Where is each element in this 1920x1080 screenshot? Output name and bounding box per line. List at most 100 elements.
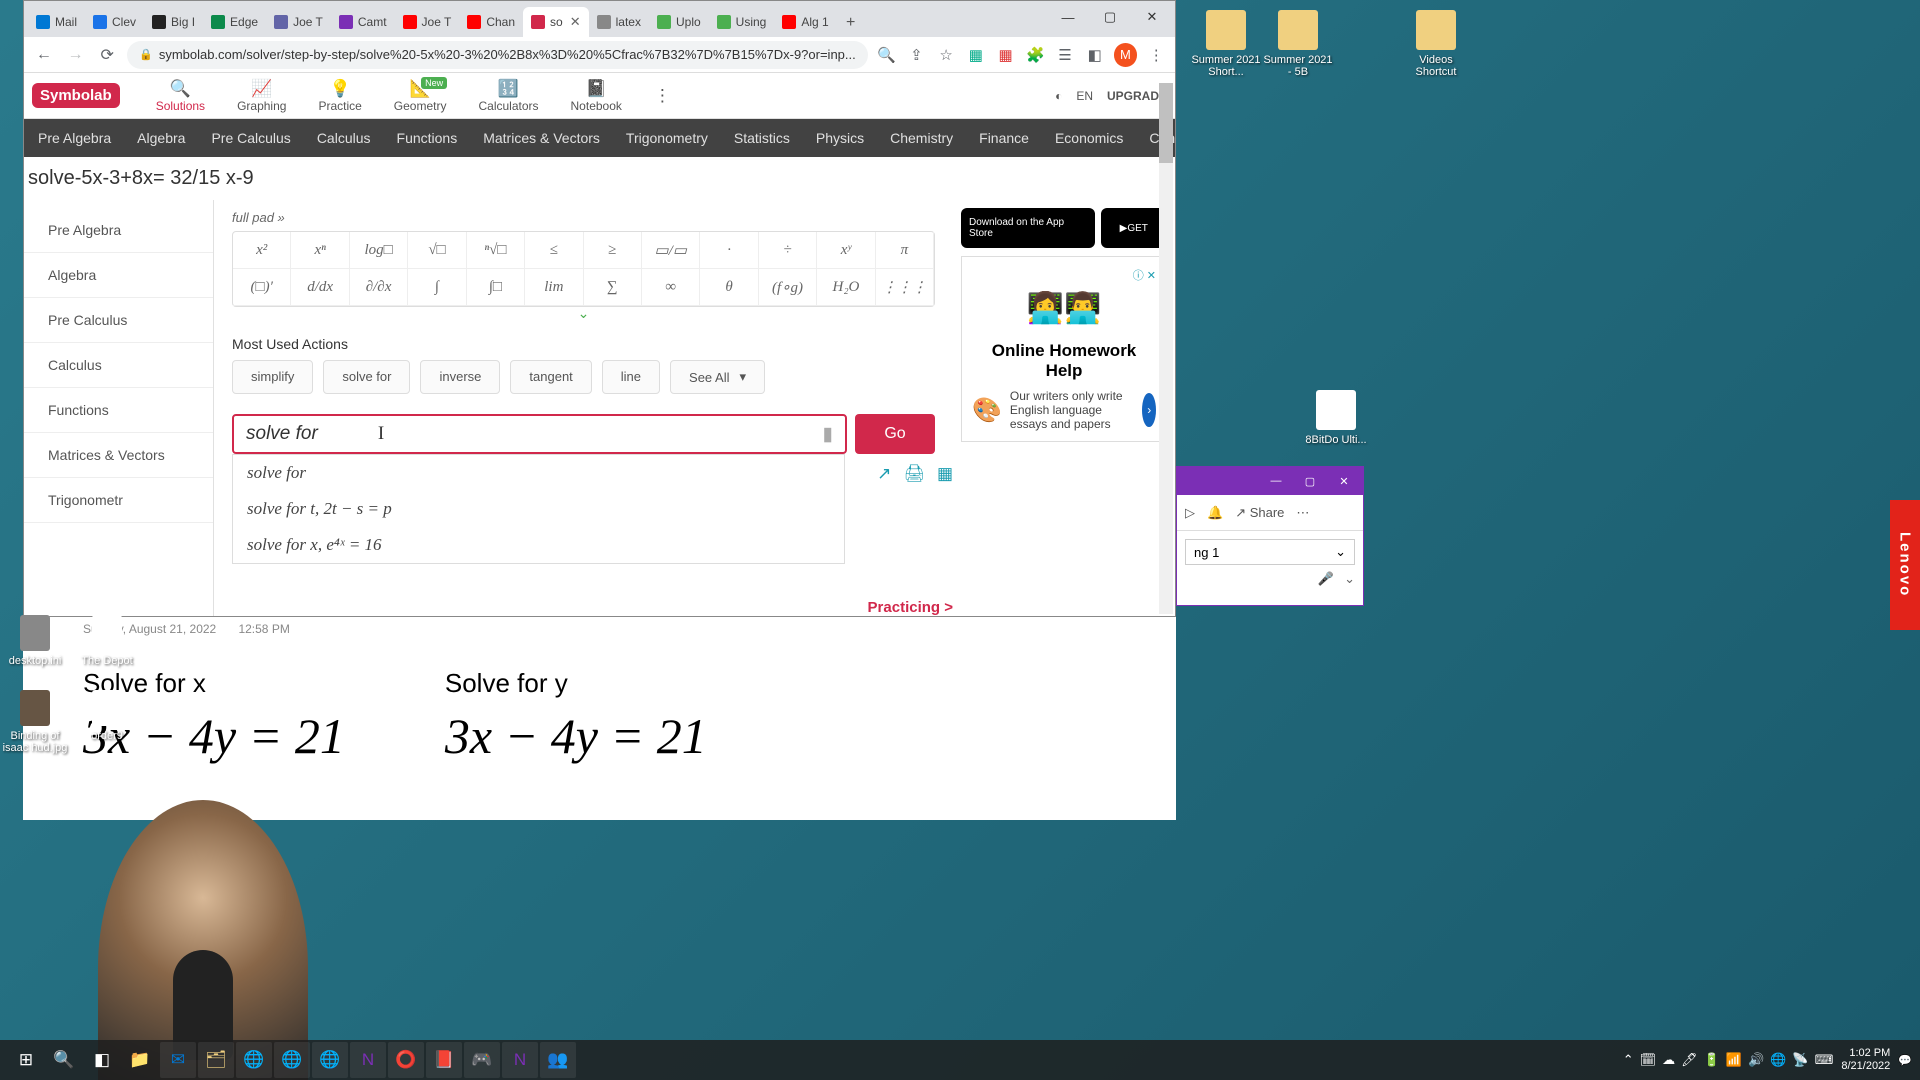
math-symbol-button[interactable]: · [700,232,758,268]
math-symbol-button[interactable]: lim [525,269,583,305]
ext-icon[interactable]: ▦ [995,44,1017,66]
on-more-icon[interactable]: ⋯ [1296,505,1309,521]
browser-tab[interactable]: so✕ [523,7,589,37]
taskbar-app[interactable]: ⭕ [388,1042,424,1078]
share-icon[interactable]: ↗ [877,464,891,484]
extensions-icon[interactable]: 🧩 [1024,44,1046,66]
language-selector[interactable]: EN [1076,89,1093,103]
upgrade-button[interactable]: UPGRADE [1107,89,1167,103]
math-symbol-button[interactable]: ≥ [584,232,642,268]
profile-avatar[interactable]: M [1114,43,1138,67]
desktop-file[interactable]: Binding of isaac hud.jpg [0,690,70,754]
tray-icon[interactable]: ⌃ [1623,1052,1634,1068]
math-symbol-button[interactable]: ▭/▭ [642,232,700,268]
on-heading-dropdown[interactable]: ng 1⌄ [1185,539,1355,565]
taskbar-app[interactable]: 🗂 [198,1042,234,1078]
tray-icon[interactable]: ⌨ [1815,1052,1834,1068]
taskbar-app[interactable]: 📁 [122,1042,158,1078]
topic-link[interactable]: Algebra [137,130,185,146]
sidebar-item[interactable]: Trigonometr [24,478,213,523]
on-share-button[interactable]: ↗ Share [1235,505,1284,521]
full-pad-link[interactable]: full pad » [232,210,935,225]
ad-unit[interactable]: ⓘ ✕ 👩‍💻👨‍💻 Online Homework Help 🎨 Our wr… [961,256,1167,442]
back-button[interactable]: ← [32,43,56,67]
share-icon[interactable]: ⇪ [905,44,927,66]
nav-solutions[interactable]: 🔍Solutions [140,79,221,113]
math-symbol-button[interactable]: d/dx [291,269,349,305]
forward-button[interactable]: → [64,43,88,67]
browser-tab[interactable]: Chan [459,7,523,37]
math-symbol-button[interactable]: ∂/∂x [350,269,408,305]
tray-icon[interactable]: 🗓 [1640,1052,1657,1068]
math-symbol-button[interactable]: xʸ [817,232,875,268]
bookmark-icon[interactable]: ▮ [823,423,833,446]
on-dropdown-icon[interactable]: ⌄ [1344,571,1355,587]
practicing-link[interactable]: Practicing > [868,599,953,616]
suggestion-item[interactable]: solve for [233,455,844,491]
symbolab-logo[interactable]: Symbolab [32,83,120,108]
math-symbol-button[interactable]: ∫ [408,269,466,305]
on-mic-icon[interactable]: 🎤 [1318,571,1334,587]
topic-link[interactable]: Pre Calculus [211,130,290,146]
math-symbol-button[interactable]: x² [233,232,291,268]
browser-tab[interactable]: Using [709,7,775,37]
print-icon[interactable]: 🖨 [903,464,925,484]
scrollbar[interactable] [1159,83,1173,614]
on-minimize[interactable]: — [1261,471,1291,491]
menu-icon[interactable]: ⋮ [1145,44,1167,66]
taskbar-app[interactable]: 🌐 [236,1042,272,1078]
math-input[interactable]: solve for I ▮ [232,414,847,454]
panel-icon[interactable]: ◧ [1084,44,1106,66]
new-tab-button[interactable]: + [837,9,865,37]
star-icon[interactable]: ☆ [935,44,957,66]
nav-practice[interactable]: 💡Practice [302,79,377,113]
nav-geometry[interactable]: New📐Geometry [378,79,463,113]
math-symbol-button[interactable]: √□ [408,232,466,268]
taskbar-app[interactable]: N [350,1042,386,1078]
ext-icon[interactable]: ▦ [965,44,987,66]
action-inverse[interactable]: inverse [420,360,500,394]
tray-icon[interactable]: 🔋 [1704,1052,1720,1068]
url-input[interactable]: 🔒 symbolab.com/solver/step-by-step/solve… [127,41,868,69]
taskbar-app[interactable]: 🌐 [274,1042,310,1078]
topic-link[interactable]: Chemistry [890,130,953,146]
math-symbol-button[interactable]: ÷ [759,232,817,268]
export-icon[interactable]: ▦ [937,464,953,484]
tray-icon[interactable]: 📶 [1726,1052,1742,1068]
topic-link[interactable]: Calculus [317,130,371,146]
topic-link[interactable]: Economics [1055,130,1123,146]
tray-icon[interactable]: ☁ [1662,1052,1675,1068]
sidebar-item[interactable]: Algebra [24,253,213,298]
math-symbol-button[interactable]: (f∘g) [759,269,817,305]
math-symbol-button[interactable]: ∑ [584,269,642,305]
ad-next-icon[interactable]: › [1142,393,1156,427]
math-symbol-button[interactable]: ⁿ√□ [467,232,525,268]
minimize-button[interactable]: — [1047,3,1089,31]
math-symbol-button[interactable]: ∫□ [467,269,525,305]
reload-button[interactable]: ⟳ [95,43,119,67]
sidebar-item[interactable]: Pre Algebra [24,208,213,253]
tab-close-icon[interactable]: ✕ [570,14,581,30]
desktop-folder[interactable]: Summer 2021 Short... [1190,10,1262,78]
tray-icon[interactable]: 🔊 [1748,1052,1764,1068]
math-symbol-button[interactable]: H₂O [817,269,875,305]
browser-tab[interactable]: Camt [331,7,395,37]
app-store-badge[interactable]: Download on the App Store [961,208,1095,248]
tray-icon[interactable]: 📡 [1792,1052,1808,1068]
browser-tab[interactable]: Mail [28,7,85,37]
close-button[interactable]: ✕ [1131,3,1173,31]
google-play-badge[interactable]: ▶ GET [1101,208,1167,248]
expand-toolbar[interactable]: ⌄ [232,305,935,322]
taskbar-app[interactable]: ⊞ [8,1042,44,1078]
go-button[interactable]: Go [855,414,935,454]
taskbar-app[interactable]: 🔍 [46,1042,82,1078]
browser-tab[interactable]: Alg 1 [774,7,836,37]
reading-list-icon[interactable]: ☰ [1054,44,1076,66]
taskbar-app[interactable]: 🎮 [464,1042,500,1078]
action-tangent[interactable]: tangent [510,360,591,394]
taskbar-app[interactable]: N [502,1042,538,1078]
browser-tab[interactable]: Joe T [395,7,460,37]
taskbar-app[interactable]: 📕 [426,1042,462,1078]
desktop-folder[interactable]: Videos Shortcut [1400,10,1472,78]
theme-toggle[interactable]: ◐ [1055,89,1062,103]
